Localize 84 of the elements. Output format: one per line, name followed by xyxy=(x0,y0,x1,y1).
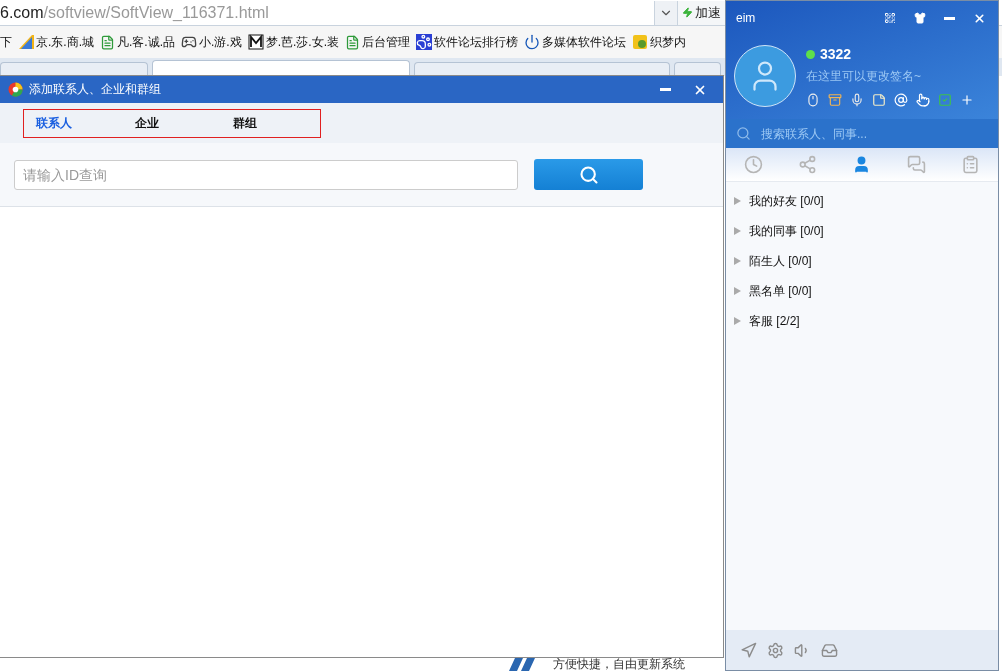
list-tab[interactable] xyxy=(961,155,981,174)
group-label: 我的好友 [0/0] xyxy=(749,192,824,210)
settings-button[interactable] xyxy=(767,641,784,659)
search-icon xyxy=(736,126,751,141)
bookmark-link[interactable]: 京.东.商.城 xyxy=(18,33,94,51)
page-icon xyxy=(345,34,361,50)
at-sign-icon xyxy=(894,93,908,107)
nodes-tab[interactable] xyxy=(798,155,818,174)
search-bar[interactable]: 搜索联系人、同事... xyxy=(726,119,998,148)
power-icon xyxy=(524,34,541,50)
bookmark-link[interactable]: 软件论坛排行榜 xyxy=(416,33,519,51)
group-label: 客服 [2/2] xyxy=(749,312,800,330)
speed-button[interactable]: 加速 xyxy=(677,0,725,25)
letter-m-icon xyxy=(247,34,264,50)
contact-group[interactable]: 我的同事 [0/0] xyxy=(726,216,998,246)
microphone-button[interactable] xyxy=(850,93,864,107)
note-icon xyxy=(872,93,886,107)
browser-tab[interactable] xyxy=(674,62,721,76)
contact-group[interactable]: 客服 [2/2] xyxy=(726,306,998,336)
group-label: 黑名单 [0/0] xyxy=(749,282,812,300)
bookmark-link[interactable]: 小.游.戏 xyxy=(181,33,242,51)
search-icon xyxy=(578,164,599,185)
chat-bubbles-icon xyxy=(906,155,926,174)
contact-group[interactable]: 陌生人 [0/0] xyxy=(726,246,998,276)
settings-icon xyxy=(767,641,784,659)
dropdown-button[interactable] xyxy=(654,0,677,25)
lightning-icon xyxy=(682,6,693,19)
shirt-icon xyxy=(914,12,926,24)
chat-bubbles-tab[interactable] xyxy=(906,155,926,174)
checkbox-icon xyxy=(938,93,952,107)
browser-tab[interactable] xyxy=(0,62,148,76)
bookmark-link[interactable]: 后台管理 xyxy=(345,33,411,51)
search-field[interactable]: 搜索联系人、同事... xyxy=(759,125,983,142)
drawer-button[interactable] xyxy=(828,93,842,107)
clock-icon xyxy=(743,155,763,174)
navigation-button[interactable] xyxy=(740,641,757,659)
mouse-icon xyxy=(806,93,820,107)
group-label: 陌生人 [0/0] xyxy=(749,252,812,270)
badge-icon xyxy=(632,34,649,50)
dialog-title: 添加联系人、企业和群组 xyxy=(29,81,162,98)
drawer-icon xyxy=(828,93,842,107)
dialog-tab[interactable]: 联系人 xyxy=(24,114,123,132)
plus-button[interactable] xyxy=(960,93,974,107)
search-button[interactable] xyxy=(534,159,643,190)
plus-icon xyxy=(960,93,974,107)
list-icon xyxy=(961,155,981,174)
close-icon xyxy=(973,11,986,25)
tray-icon xyxy=(821,641,838,659)
bookmark-link[interactable]: 凡.客.诚.品 xyxy=(100,33,176,51)
clock-tab[interactable] xyxy=(743,155,763,174)
page-icon xyxy=(100,34,115,50)
browser-tab[interactable] xyxy=(414,62,670,76)
bookmark-link[interactable]: 梦.芭.莎.女.装 xyxy=(247,33,340,51)
mouse-button[interactable] xyxy=(806,93,820,107)
inbox-button[interactable] xyxy=(821,641,838,659)
qr-code-icon xyxy=(884,12,896,24)
gamepad-icon xyxy=(181,34,198,50)
microphone-icon xyxy=(850,93,864,107)
bookmark-link[interactable]: 下 xyxy=(0,33,12,51)
navigation-arrow-icon xyxy=(740,641,757,659)
promo-text: 方便快捷，自由更新系统 xyxy=(553,658,685,671)
minimize-icon xyxy=(660,88,671,91)
contact-group[interactable]: 黑名单 [0/0] xyxy=(726,276,998,306)
hand-pointer-button[interactable] xyxy=(916,93,930,107)
dialog-tab[interactable]: 群组 xyxy=(221,114,320,132)
contact-group[interactable]: 我的好友 [0/0] xyxy=(726,186,998,216)
app-logo-icon xyxy=(8,82,23,97)
dialog-tab[interactable]: 企业 xyxy=(122,114,222,132)
checkbox-button[interactable] xyxy=(938,93,952,107)
at-sign-button[interactable] xyxy=(894,93,908,107)
user-name: 3322 xyxy=(820,46,852,62)
minimize-icon xyxy=(944,16,955,20)
id-search-field[interactable]: 请输入ID查询 xyxy=(14,159,518,190)
bookmark-link[interactable]: 多媒体软件论坛 xyxy=(524,33,627,51)
bookmark-link[interactable]: 织梦内 xyxy=(632,33,687,51)
url-text[interactable]: 6.com/softview/SoftView_116371.html xyxy=(0,3,654,22)
nodes-icon xyxy=(798,155,818,174)
stripe-icon xyxy=(18,34,34,50)
note-button[interactable] xyxy=(872,93,886,107)
browser-tab[interactable] xyxy=(152,60,410,76)
window-title: eim xyxy=(736,11,757,25)
hand-pointer-icon xyxy=(916,93,930,107)
group-label: 我的同事 [0/0] xyxy=(749,222,824,240)
paw-icon xyxy=(416,34,433,50)
